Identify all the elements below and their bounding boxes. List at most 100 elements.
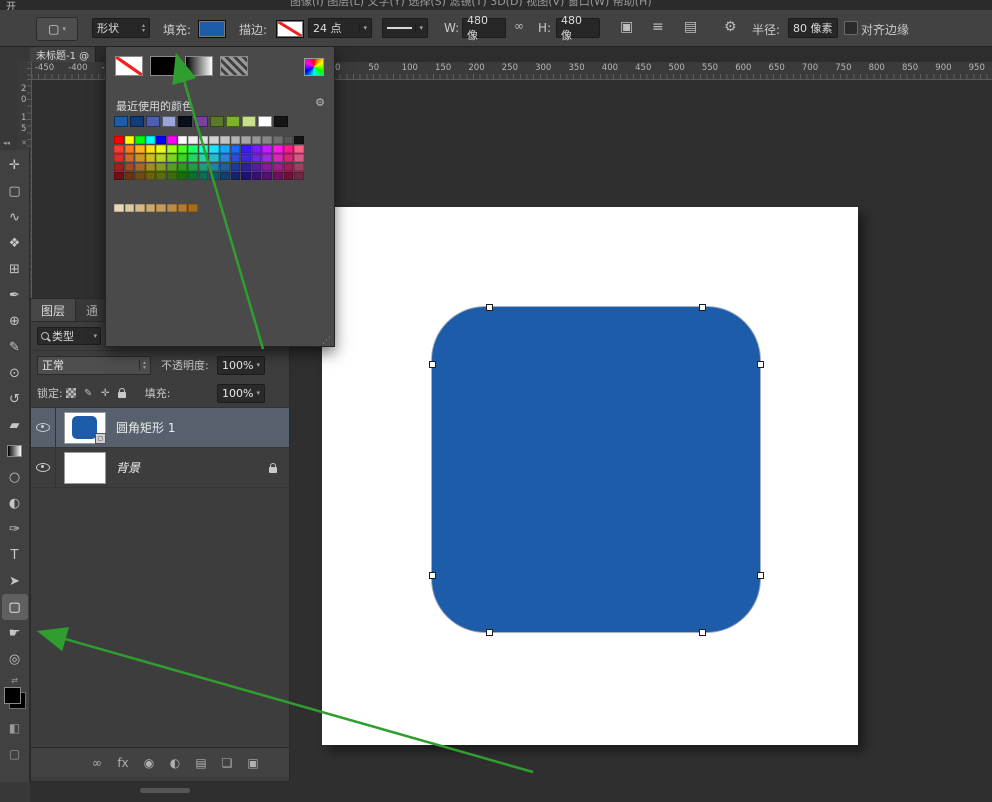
recent-color-swatch[interactable] <box>210 116 224 127</box>
color-swatch[interactable] <box>146 136 156 144</box>
gradient-tool[interactable] <box>2 438 28 464</box>
layer-mask-icon[interactable]: ◉ <box>141 756 157 770</box>
color-swatch[interactable] <box>252 154 262 162</box>
gear-icon[interactable]: ⚙ <box>724 19 737 35</box>
color-swatch[interactable] <box>273 136 283 144</box>
link-dimensions-icon[interactable]: ∞ <box>514 19 524 33</box>
color-swatch[interactable] <box>294 145 304 153</box>
document-tab[interactable]: 未标题-1 @ <box>30 46 96 63</box>
color-swatch[interactable] <box>114 204 124 212</box>
collapse-panel-icon[interactable]: ◂◂ <box>3 139 10 147</box>
healing-tool[interactable]: ⊕ <box>2 308 28 334</box>
color-swatch[interactable] <box>125 145 135 153</box>
shape-anchor-handle[interactable] <box>486 304 493 311</box>
link-layers-icon[interactable]: ∞ <box>89 756 105 770</box>
color-swatch[interactable] <box>284 163 294 171</box>
shape-anchor-handle[interactable] <box>699 304 706 311</box>
color-swatch[interactable] <box>135 172 145 180</box>
color-swatch[interactable] <box>146 163 156 171</box>
color-swatch[interactable] <box>146 172 156 180</box>
blur-tool[interactable]: ○ <box>2 464 28 490</box>
clone-stamp-tool[interactable]: ⊙ <box>2 360 28 386</box>
color-swatch[interactable] <box>241 163 251 171</box>
color-picker-icon[interactable] <box>304 58 324 76</box>
gear-icon[interactable]: ⚙ <box>315 96 325 109</box>
radius-field[interactable]: 80 像素 <box>788 18 838 38</box>
path-arrange-icon[interactable]: ▤ <box>684 19 697 35</box>
color-swatch[interactable] <box>294 154 304 162</box>
color-swatch[interactable] <box>231 163 241 171</box>
canvas[interactable] <box>322 207 858 745</box>
visibility-toggle[interactable] <box>31 408 56 447</box>
color-swatch[interactable] <box>146 204 156 212</box>
fill-opacity-select[interactable]: 100% ▾ <box>217 384 265 403</box>
color-swatch[interactable] <box>262 163 272 171</box>
color-swatch[interactable] <box>199 136 209 144</box>
align-edges-checkbox[interactable] <box>844 21 858 35</box>
height-field[interactable]: 480 像 <box>556 18 600 38</box>
lock-all-icon[interactable] <box>114 389 131 398</box>
color-swatch[interactable] <box>135 154 145 162</box>
width-field[interactable]: 480 像 <box>462 18 506 38</box>
shape-anchor-handle[interactable] <box>486 629 493 636</box>
tab-layers[interactable]: 图层 <box>31 299 76 321</box>
color-swatch[interactable] <box>167 204 177 212</box>
shape-anchor-handle[interactable] <box>699 629 706 636</box>
tool-mode-select[interactable]: 形状 ▴▾ <box>92 18 150 38</box>
color-swatch[interactable] <box>178 163 188 171</box>
color-swatch[interactable] <box>178 204 188 212</box>
color-swatch[interactable] <box>209 154 219 162</box>
recent-color-swatch[interactable] <box>194 116 208 127</box>
color-swatch[interactable] <box>125 172 135 180</box>
screen-mode-icon[interactable]: ▢ <box>9 747 20 761</box>
gradient-swatch[interactable] <box>185 56 213 76</box>
color-swatch[interactable] <box>262 154 272 162</box>
color-swatch[interactable] <box>199 145 209 153</box>
recent-color-swatch[interactable] <box>258 116 272 127</box>
lock-transparency-icon[interactable] <box>63 388 80 398</box>
lock-paint-icon[interactable]: ✎ <box>80 388 97 399</box>
lock-position-icon[interactable]: ✛ <box>97 388 114 399</box>
marquee-tool[interactable]: ▢ <box>2 178 28 204</box>
color-swatch[interactable] <box>284 145 294 153</box>
color-swatch[interactable] <box>262 145 272 153</box>
layer-row[interactable]: ▢圆角矩形 1 <box>31 408 289 448</box>
opacity-select[interactable]: 100% ▾ <box>217 356 265 375</box>
delete-layer-icon[interactable]: ▣ <box>245 756 261 770</box>
color-swatch[interactable] <box>114 154 124 162</box>
new-layer-icon[interactable]: ❏ <box>219 756 235 770</box>
color-swatch[interactable] <box>262 172 272 180</box>
color-swatch[interactable] <box>241 145 251 153</box>
layer-group-icon[interactable]: ▤ <box>193 756 209 770</box>
color-swatch[interactable] <box>135 204 145 212</box>
color-swatch[interactable] <box>114 172 124 180</box>
fill-color-swatch[interactable] <box>198 20 226 38</box>
color-swatch[interactable] <box>156 204 166 212</box>
color-swatch[interactable] <box>273 172 283 180</box>
recent-color-swatch[interactable] <box>226 116 240 127</box>
foreground-color-swatch[interactable] <box>4 687 21 704</box>
color-swatch[interactable] <box>188 154 198 162</box>
color-swatch[interactable] <box>273 154 283 162</box>
crop-tool[interactable]: ⊞ <box>2 256 28 282</box>
recent-color-swatch[interactable] <box>162 116 176 127</box>
color-swatch[interactable] <box>125 154 135 162</box>
foreground-background-colors[interactable] <box>4 687 26 709</box>
close-icon[interactable]: ✕ <box>21 139 27 147</box>
swap-colors-icon[interactable]: ⇄ <box>11 676 18 685</box>
color-swatch[interactable] <box>273 145 283 153</box>
path-align-icon[interactable]: ≡ <box>652 19 664 35</box>
color-swatch[interactable] <box>156 154 166 162</box>
color-swatch[interactable] <box>188 163 198 171</box>
eraser-tool[interactable]: ▰ <box>2 412 28 438</box>
path-select-tool[interactable]: ➤ <box>2 568 28 594</box>
color-swatch[interactable] <box>156 172 166 180</box>
color-swatch[interactable] <box>178 136 188 144</box>
color-swatch[interactable] <box>178 172 188 180</box>
color-swatch[interactable] <box>135 145 145 153</box>
tool-preset-picker[interactable]: ▢ ▾ <box>36 17 78 41</box>
color-swatch[interactable] <box>262 136 272 144</box>
color-swatch[interactable] <box>209 145 219 153</box>
lasso-tool[interactable]: ∿ <box>2 204 28 230</box>
color-swatch[interactable] <box>294 172 304 180</box>
